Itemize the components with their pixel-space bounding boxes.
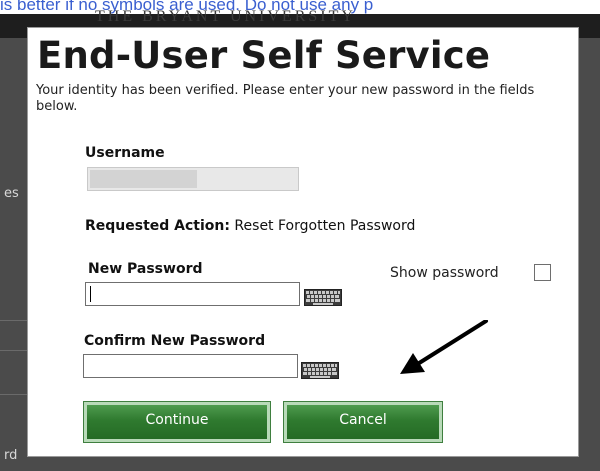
cancel-button[interactable]: Cancel bbox=[283, 401, 443, 443]
background-fragment: es bbox=[4, 186, 19, 201]
self-service-dialog: End-User Self Service Your identity has … bbox=[27, 27, 579, 457]
username-field bbox=[87, 167, 299, 191]
keyboard-icon[interactable] bbox=[301, 362, 339, 379]
username-label: Username bbox=[85, 145, 165, 161]
background-divider bbox=[0, 320, 27, 321]
dialog-title: End-User Self Service bbox=[37, 34, 491, 77]
confirm-password-input[interactable] bbox=[83, 354, 298, 378]
arrow-annotation-icon bbox=[400, 320, 488, 374]
dialog-description: Your identity has been verified. Please … bbox=[36, 83, 535, 114]
confirm-password-label: Confirm New Password bbox=[84, 333, 266, 349]
background-banner-text: THE BRYANT UNIVERSITY bbox=[95, 8, 356, 25]
show-password-label: Show password bbox=[390, 265, 499, 281]
background-divider bbox=[0, 350, 27, 351]
text-cursor bbox=[90, 286, 91, 302]
show-password-checkbox[interactable] bbox=[534, 264, 551, 281]
new-password-label: New Password bbox=[88, 261, 203, 277]
background-fragment: rd bbox=[4, 448, 18, 463]
username-value bbox=[90, 170, 197, 188]
requested-action-label: Requested Action: bbox=[85, 218, 230, 234]
keyboard-icon[interactable] bbox=[304, 289, 342, 306]
continue-button[interactable]: Continue bbox=[83, 401, 271, 443]
requested-action-value: Reset Forgotten Password bbox=[229, 218, 416, 234]
new-password-input[interactable] bbox=[85, 282, 300, 306]
requested-action-text: Requested Action: Reset Forgotten Passwo… bbox=[85, 218, 415, 234]
background-divider bbox=[0, 394, 27, 395]
